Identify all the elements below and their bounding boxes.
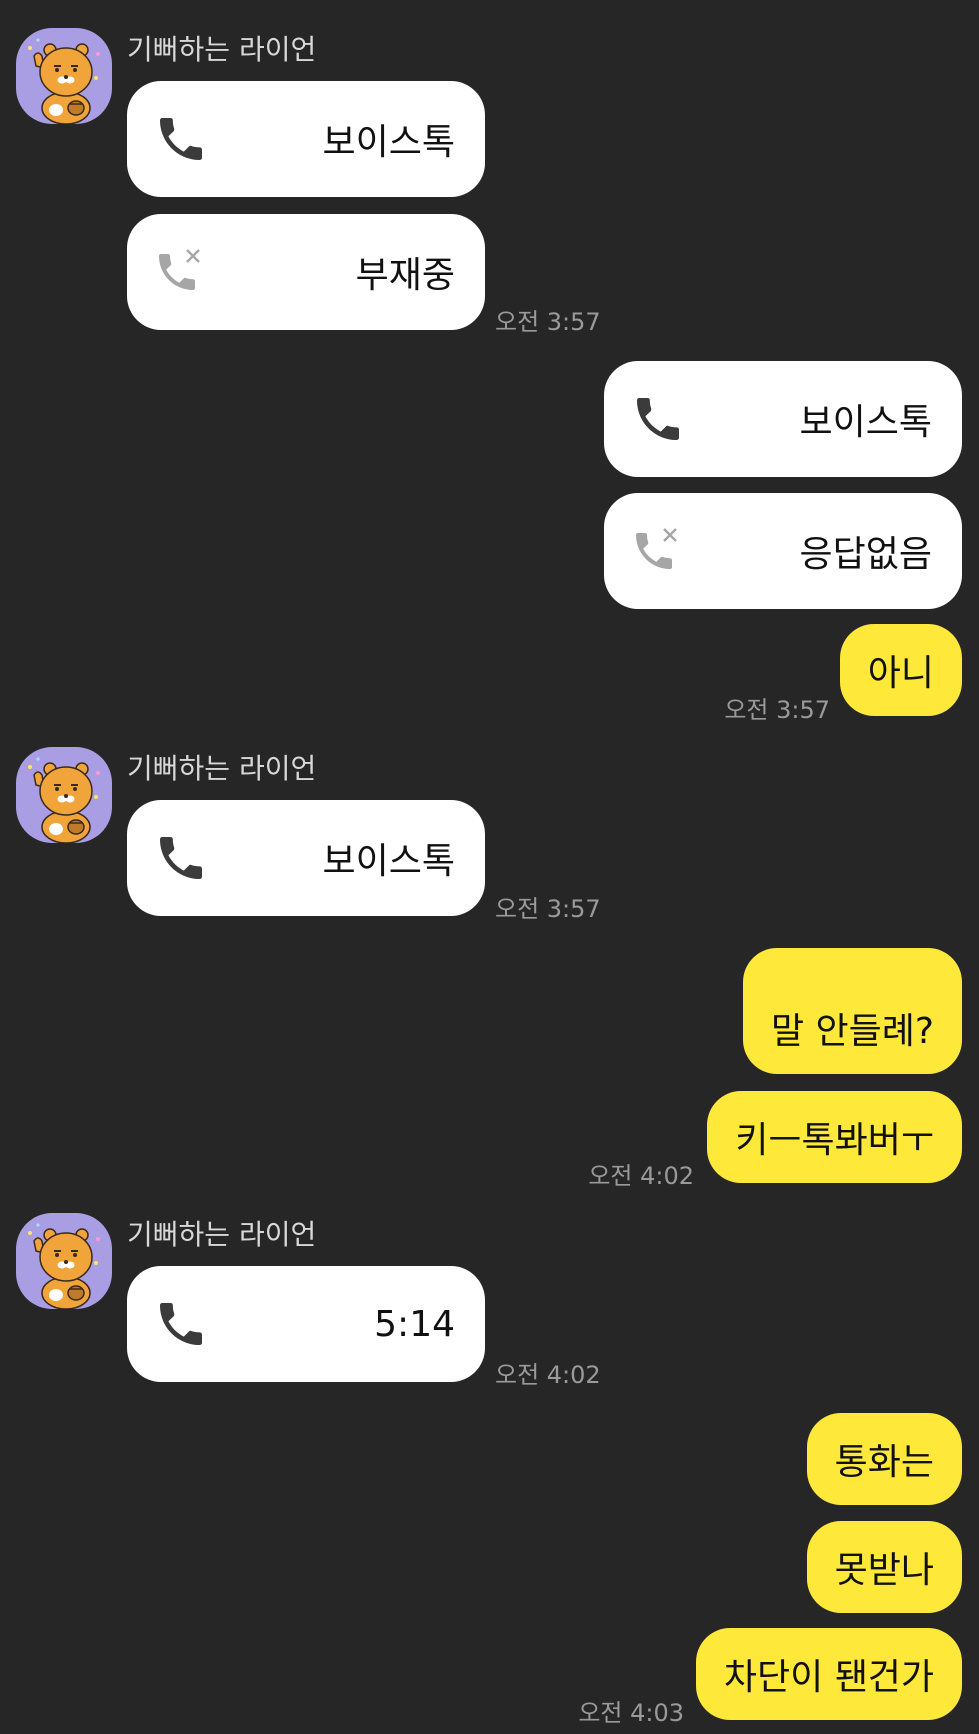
- call-label: 보이스톡: [322, 122, 455, 163]
- call-label: 응답없음: [799, 534, 932, 575]
- outgoing-message[interactable]: 차단이 됀건가: [695, 1628, 962, 1720]
- message-text: 통화는: [834, 1442, 934, 1483]
- voice-call-bubble[interactable]: 보이스톡: [127, 800, 485, 916]
- timestamp: 오전 3:57: [495, 895, 601, 923]
- voice-call-bubble[interactable]: 보이스톡: [604, 361, 962, 477]
- timestamp: 오전 4:03: [578, 1699, 684, 1727]
- ryan-character-icon: [16, 28, 112, 124]
- no-answer-call-bubble[interactable]: 응답없음: [604, 493, 962, 609]
- voice-call-bubble[interactable]: 보이스톡: [127, 81, 485, 197]
- outgoing-message[interactable]: 못받나: [806, 1521, 962, 1613]
- message-text: 말 안들례?: [770, 1011, 934, 1052]
- outgoing-message[interactable]: 통화는: [806, 1413, 962, 1505]
- sender-name: 기뻐하는 라이언: [127, 752, 317, 785]
- message-text: 차단이 됀건가: [723, 1657, 934, 1698]
- timestamp: 오전 4:02: [588, 1162, 694, 1190]
- voice-call-bubble[interactable]: 5:14: [127, 1266, 485, 1382]
- phone-icon: [153, 830, 209, 886]
- call-label: 부재중: [355, 255, 455, 296]
- phone-icon: [153, 1296, 209, 1352]
- timestamp: 오전 3:57: [495, 308, 601, 336]
- missed-call-icon: [630, 523, 686, 579]
- message-text: 아니: [867, 653, 934, 694]
- phone-icon: [630, 391, 686, 447]
- sender-name: 기뻐하는 라이언: [127, 33, 317, 66]
- call-duration: 5:14: [374, 1303, 455, 1345]
- sender-name: 기뻐하는 라이언: [127, 1218, 317, 1251]
- phone-icon: [153, 111, 209, 167]
- message-text: 키ㅡ톡봐버ㅜ: [735, 1120, 934, 1161]
- timestamp: 오전 4:02: [495, 1361, 601, 1389]
- outgoing-message[interactable]: 키ㅡ톡봐버ㅜ: [707, 1091, 962, 1183]
- ryan-character-icon: [16, 1213, 112, 1309]
- avatar-ryan[interactable]: [16, 28, 112, 124]
- timestamp: 오전 3:57: [724, 696, 830, 724]
- missed-call-icon: [153, 244, 209, 300]
- call-label: 보이스톡: [322, 841, 455, 882]
- message-text: 못받나: [834, 1550, 934, 1591]
- outgoing-message[interactable]: 아니: [839, 624, 962, 716]
- avatar-ryan[interactable]: [16, 747, 112, 843]
- call-label: 보이스톡: [799, 402, 932, 443]
- outgoing-message[interactable]: 말 안들례?: [742, 948, 962, 1074]
- missed-call-bubble[interactable]: 부재중: [127, 214, 485, 330]
- ryan-character-icon: [16, 747, 112, 843]
- avatar-ryan[interactable]: [16, 1213, 112, 1309]
